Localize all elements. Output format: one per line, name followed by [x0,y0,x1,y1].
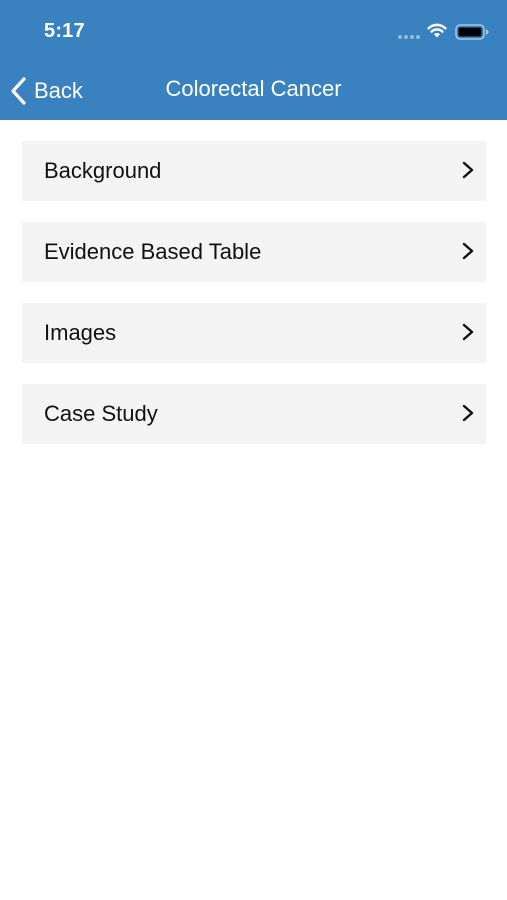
menu-item-label: Background [44,158,162,183]
status-time: 5:17 [44,20,85,42]
battery-icon [455,24,489,40]
back-chevron-icon [11,77,26,105]
chevron-right-icon [462,404,474,422]
back-label: Back [34,78,83,103]
signal-icon [398,35,422,39]
menu-item-case-study[interactable]: Case Study [22,384,486,444]
wifi-icon [427,23,447,38]
menu-item-label: Images [44,320,117,345]
back-button[interactable]: Back [10,74,83,108]
chevron-right-icon [462,242,474,260]
status-bar: 5:17 [0,0,507,60]
navigation-bar: Back Colorectal Cancer [0,60,507,120]
chevron-right-icon [462,323,474,341]
menu-item-label: Case Study [44,401,158,426]
menu-item-label: Evidence Based Table [44,239,262,264]
menu-item-background[interactable]: Background [22,141,486,201]
menu-list: Background Evidence Based Table Images C… [22,141,486,465]
app-header: 5:17 Back Colorectal Cancer [0,0,507,120]
menu-item-images[interactable]: Images [22,303,486,363]
chevron-right-icon [462,161,474,179]
menu-item-evidence-based-table[interactable]: Evidence Based Table [22,222,486,282]
